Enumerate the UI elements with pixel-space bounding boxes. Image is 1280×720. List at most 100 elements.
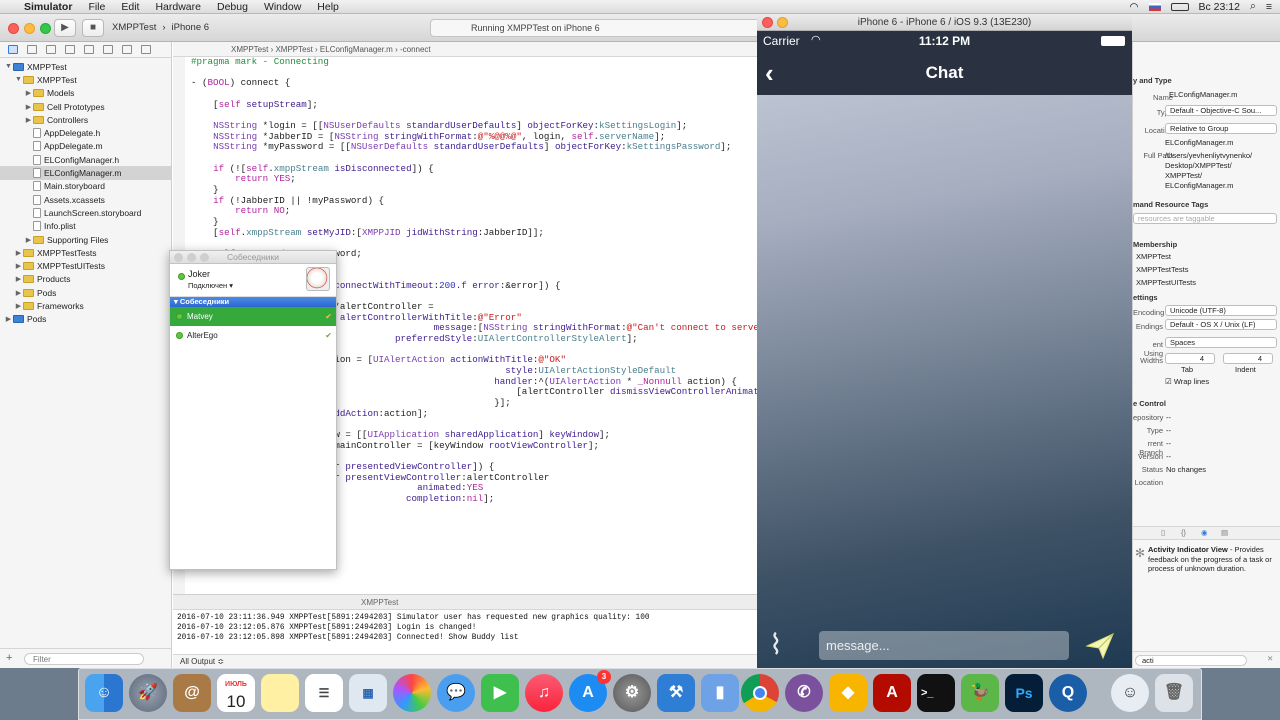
minimize-window-button[interactable] [187, 253, 196, 262]
code-snippet-icon[interactable]: {} [1181, 528, 1186, 537]
stop-button[interactable]: ■ [82, 19, 104, 37]
chrome-icon[interactable] [741, 674, 779, 712]
terminal-icon[interactable]: >_ [917, 674, 955, 712]
navigator-item[interactable]: ▶ Products [0, 273, 171, 286]
menu-file[interactable]: File [80, 0, 113, 14]
navigator-item[interactable]: AppDelegate.h [0, 126, 171, 139]
user-folder-icon[interactable]: ☺ [1111, 674, 1149, 712]
indent-using-select[interactable]: Spaces [1165, 337, 1277, 348]
jump-group[interactable]: XMPPTest [275, 45, 312, 54]
menu-clock[interactable]: Вс 23:12 [1199, 1, 1240, 13]
notes-icon[interactable] [261, 674, 299, 712]
avatar[interactable] [306, 267, 330, 291]
disclosure-closed-icon[interactable]: ▶ [14, 289, 23, 297]
navigator-item[interactable]: ▶ Cell Prototypes [0, 100, 171, 113]
viber-icon[interactable]: ✆ [785, 674, 823, 712]
navigator-item[interactable]: ▶ Frameworks [0, 299, 171, 312]
preview-icon[interactable]: ▦ [349, 674, 387, 712]
issue-icon[interactable] [65, 45, 75, 54]
acrobat-icon[interactable]: A [873, 674, 911, 712]
navigator-item[interactable]: ▶ Controllers [0, 113, 171, 126]
navigator-item[interactable]: ▶ Supporting Files [0, 233, 171, 246]
send-icon[interactable] [1085, 632, 1115, 660]
debug-icon[interactable] [103, 45, 113, 54]
debug-console[interactable]: 2016-07-10 23:11:36.949 XMPPTest[5891:24… [173, 610, 758, 654]
itunes-icon[interactable]: ♫ [525, 674, 563, 712]
object-library-icon[interactable]: ◉ [1201, 528, 1208, 537]
menu-debug[interactable]: Debug [209, 0, 256, 14]
jump-method[interactable]: -connect [400, 45, 431, 54]
battery-icon[interactable] [1170, 2, 1189, 11]
indent-width-field[interactable]: 4 [1223, 353, 1273, 364]
menu-edit[interactable]: Edit [113, 0, 147, 14]
launchpad-icon[interactable]: 🚀 [129, 674, 167, 712]
zoom-window-button[interactable] [40, 23, 51, 34]
photos-icon[interactable] [393, 674, 431, 712]
navigator-item[interactable]: LaunchScreen.storyboard [0, 206, 171, 219]
navigator-item[interactable]: ▼ XMPPTest [0, 73, 171, 86]
paperclip-icon[interactable]: ⌇ [769, 628, 783, 662]
minimize-window-button[interactable] [24, 23, 35, 34]
disclosure-closed-icon[interactable]: ▶ [14, 275, 23, 283]
report-icon[interactable] [141, 45, 151, 54]
disclosure-closed-icon[interactable]: ▶ [24, 116, 33, 124]
console-filter-select[interactable]: All Output ≎ [180, 657, 224, 666]
find-icon[interactable] [46, 45, 56, 54]
navigator-item[interactable]: ▶ Pods [0, 286, 171, 299]
xcode-icon[interactable]: ⚒ [657, 674, 695, 712]
location-select[interactable]: Relative to Group [1165, 123, 1277, 134]
menu-window[interactable]: Window [256, 0, 309, 14]
add-icon[interactable]: + [6, 652, 12, 664]
disclosure-closed-icon[interactable]: ▶ [24, 236, 33, 244]
photoshop-icon[interactable]: Ps [1005, 674, 1043, 712]
calendar-icon[interactable]: ИЮЛЬ 10 [217, 674, 255, 712]
line-endings-select[interactable]: Default - OS X / Unix (LF) [1165, 319, 1277, 330]
tab-width-field[interactable]: 4 [1165, 353, 1215, 364]
library-search-input[interactable]: acti [1135, 655, 1247, 666]
wrap-lines-checkbox[interactable]: ☑ Wrap lines [1165, 377, 1209, 386]
breakpoint-icon[interactable] [122, 45, 132, 54]
zoom-window-button[interactable] [200, 253, 209, 262]
debug-target[interactable]: XMPPTest [361, 598, 398, 607]
app-store-icon[interactable]: A3 [569, 670, 611, 712]
navigator-item[interactable]: ▶ XMPPTestTests [0, 246, 171, 259]
group-header[interactable]: ▾ Собеседники [170, 297, 336, 307]
navigator-item[interactable]: ▼ XMPPTest [0, 60, 171, 73]
navigator-item[interactable]: Assets.xcassets [0, 193, 171, 206]
sketch-icon[interactable]: ◆ [829, 674, 867, 712]
list-icon[interactable]: ≡ [1266, 1, 1272, 13]
finder-icon[interactable]: ☺ [85, 674, 123, 712]
menu-app-name[interactable]: Simulator [16, 0, 80, 14]
account-status-select[interactable]: Подключен ▾ [188, 281, 233, 290]
disclosure-closed-icon[interactable]: ▶ [4, 315, 13, 323]
iphone-screen[interactable]: Carrier ◠ 11:12 PM ‹ Chat ⌇ message... [757, 31, 1132, 668]
navigator-item[interactable]: Info.plist [0, 220, 171, 233]
target-checkbox[interactable]: XMPPTestTests [1136, 265, 1189, 274]
navigator-item[interactable]: ▶ Pods [0, 313, 171, 326]
disclosure-open-icon[interactable]: ▼ [4, 63, 13, 70]
close-window-button[interactable] [762, 17, 773, 28]
menu-hardware[interactable]: Hardware [147, 0, 209, 14]
name-field[interactable]: ELConfigManager.m [1165, 90, 1277, 101]
facetime-icon[interactable]: ▶ [481, 674, 519, 712]
library-item[interactable]: Activity Indicator View - Provides feedb… [1148, 545, 1278, 574]
trash-icon[interactable]: 🗑 [1155, 674, 1193, 712]
navigator-item[interactable]: Main.storyboard [0, 180, 171, 193]
reminders-icon[interactable]: ☰ [305, 674, 343, 712]
encoding-select[interactable]: Unicode (UTF-8) [1165, 305, 1277, 316]
disclosure-closed-icon[interactable]: ▶ [14, 249, 23, 257]
adium-icon[interactable]: 🦆 [961, 674, 999, 712]
minimize-window-button[interactable] [777, 17, 788, 28]
navigator-filter-input[interactable] [24, 653, 144, 665]
quicktime-icon[interactable]: Q [1049, 674, 1087, 712]
disclosure-open-icon[interactable]: ▼ [14, 76, 23, 83]
jump-project[interactable]: XMPPTest [231, 45, 268, 54]
clear-icon[interactable]: ✕ [1267, 654, 1273, 663]
system-preferences-icon[interactable]: ⚙ [613, 674, 651, 712]
scheme-selector[interactable]: XMPPTest › iPhone 6 [112, 19, 209, 37]
jump-file[interactable]: ELConfigManager.m [320, 45, 393, 54]
search-icon[interactable]: ⌕ [1250, 0, 1256, 13]
wifi-icon[interactable]: ◠ [1129, 1, 1138, 13]
folder-icon[interactable] [8, 45, 18, 54]
odr-tags-field[interactable]: resources are taggable [1133, 213, 1277, 224]
